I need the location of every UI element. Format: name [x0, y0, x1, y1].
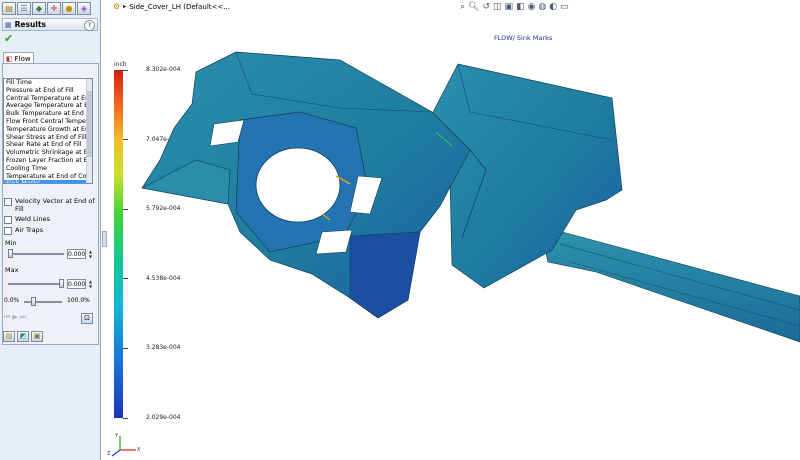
part-window-bottom	[315, 229, 353, 255]
triad-x-label: X	[137, 447, 141, 453]
part-lip	[141, 159, 231, 205]
part-front-face[interactable]	[349, 231, 421, 319]
axis-triad	[111, 436, 136, 457]
model-viewport[interactable]	[0, 0, 800, 460]
part-hole[interactable]	[255, 147, 341, 223]
part-arm[interactable]	[539, 225, 800, 343]
triad-z-axis	[111, 449, 121, 457]
triad-z-label: Z	[107, 451, 111, 457]
triad-y-label: Y	[115, 433, 119, 439]
